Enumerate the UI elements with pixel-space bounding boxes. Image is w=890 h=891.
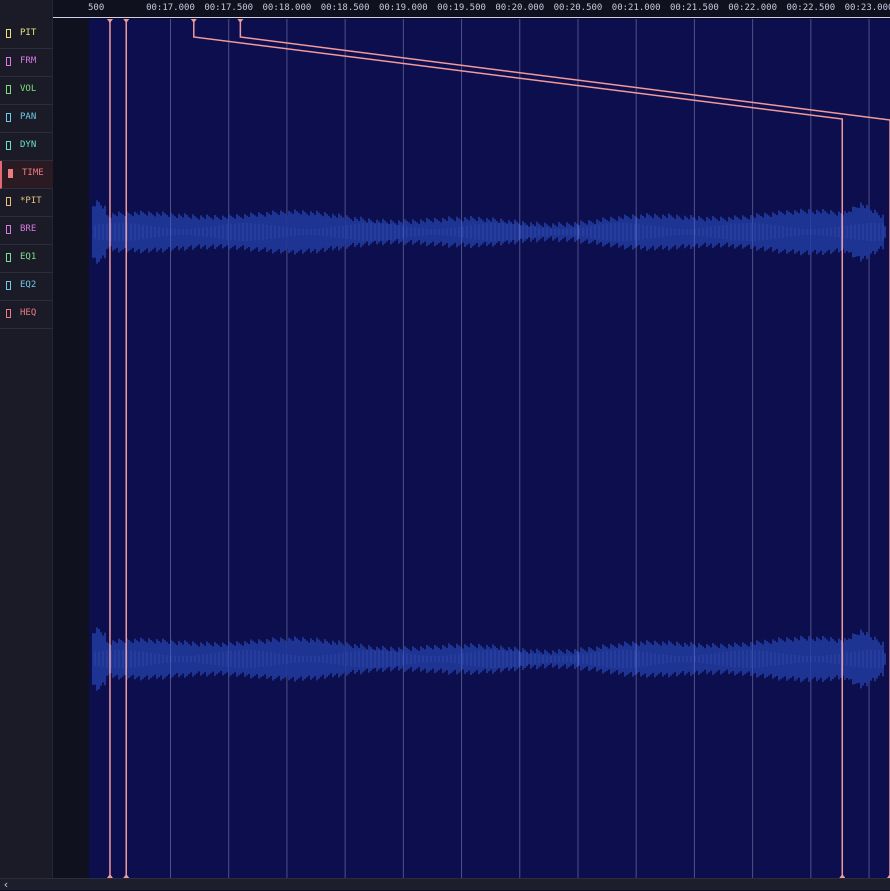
param-label: DYN (20, 140, 37, 150)
param-label: VOL (20, 84, 37, 94)
param-checkbox-icon[interactable] (6, 141, 11, 150)
waveform-trace (92, 627, 886, 691)
ruler-tick-label: 00:19.500 (437, 3, 486, 13)
param-label: FRM (20, 56, 37, 66)
param-checkbox-icon[interactable] (6, 197, 11, 206)
param-checkbox-icon[interactable] (6, 225, 11, 234)
param-tab-time[interactable]: TIME (0, 161, 53, 189)
param-label: HEQ (20, 308, 37, 318)
param-tab-pan[interactable]: PAN (0, 105, 53, 133)
waveform-trace (92, 200, 886, 264)
marker-handle-icon[interactable] (190, 19, 197, 23)
param-label: PIT (20, 28, 37, 38)
time-marker-3[interactable] (190, 19, 846, 878)
marker-handle-icon[interactable] (123, 19, 130, 23)
marker-line[interactable] (239, 19, 890, 878)
ruler-partial-label: 500 (88, 3, 105, 13)
param-tab-eq1[interactable]: EQ1 (0, 245, 53, 273)
param-label: BRE (20, 224, 37, 234)
ruler-tick-label: 00:23.000 (844, 3, 890, 13)
param-tab-dyn[interactable]: DYN (0, 133, 53, 161)
param-tab-pit[interactable]: PIT (0, 21, 53, 49)
param-tab-vol[interactable]: VOL (0, 77, 53, 105)
param-label: TIME (22, 168, 44, 178)
ruler-tick-label: 00:19.000 (378, 3, 428, 13)
param-label: EQ2 (20, 280, 37, 290)
ruler-tick-label: 00:20.500 (553, 3, 603, 13)
param-tab-bre[interactable]: BRE (0, 217, 53, 245)
time-marker-2[interactable] (123, 19, 130, 878)
param-label: PAN (20, 112, 37, 122)
param-tab-heq[interactable]: HEQ (0, 301, 53, 329)
waveform-channel-2 (92, 627, 886, 691)
marker-handle-icon[interactable] (237, 19, 244, 23)
param-tab-eq2[interactable]: EQ2 (0, 273, 53, 301)
param-checkbox-icon[interactable] (6, 113, 11, 122)
ruler-tick-label: 00:21.000 (611, 3, 661, 13)
param-label: *PIT (20, 196, 42, 206)
ruler-tick-label: 00:17.000 (146, 3, 195, 13)
param-checkbox-icon[interactable] (6, 253, 11, 262)
ruler-tick-label: 00:22.000 (728, 3, 777, 13)
ruler-tick-label: 00:18.500 (320, 3, 370, 13)
marker-handle-icon[interactable] (106, 19, 113, 23)
ruler-tick-label: 00:17.500 (204, 3, 254, 13)
param-label: EQ1 (20, 252, 37, 262)
waveform-editor[interactable] (89, 19, 890, 878)
editor-canvas[interactable] (89, 19, 890, 878)
param-checkbox-icon[interactable] (6, 85, 11, 94)
param-checkbox-icon[interactable] (6, 309, 11, 318)
param-tab-frm[interactable]: FRM (0, 49, 53, 77)
time-marker-1[interactable] (106, 19, 113, 878)
param-checkbox-icon[interactable] (6, 57, 11, 66)
track-gutter (53, 0, 89, 878)
param-tab-star-pit[interactable]: *PIT (0, 189, 53, 217)
ruler-tick-label: 00:22.500 (786, 3, 836, 13)
time-marker-4[interactable] (237, 19, 890, 878)
ruler-tick-label: 00:21.500 (670, 3, 719, 13)
parameter-sidebar: PIT FRM VOL PAN DYN TIME *PIT BRE EQ1 EQ2 HEQ (0, 0, 53, 878)
param-checkbox-icon[interactable] (6, 281, 11, 290)
param-checkbox-icon[interactable] (8, 169, 13, 178)
param-checkbox-icon[interactable] (6, 29, 11, 38)
horizontal-scrollbar[interactable]: ‹ (0, 878, 890, 890)
ruler-tick-label: 00:20.000 (495, 3, 545, 13)
marker-line[interactable] (193, 19, 844, 878)
timeline-ruler[interactable]: 00:17.000 00:17.500 00:18.000 00:18.500 00:1… (53, 0, 890, 18)
ruler-tick-label: 00:18.000 (262, 3, 312, 13)
scroll-left-arrow-icon[interactable]: ‹ (0, 879, 12, 890)
waveform-channel-1 (92, 200, 886, 264)
